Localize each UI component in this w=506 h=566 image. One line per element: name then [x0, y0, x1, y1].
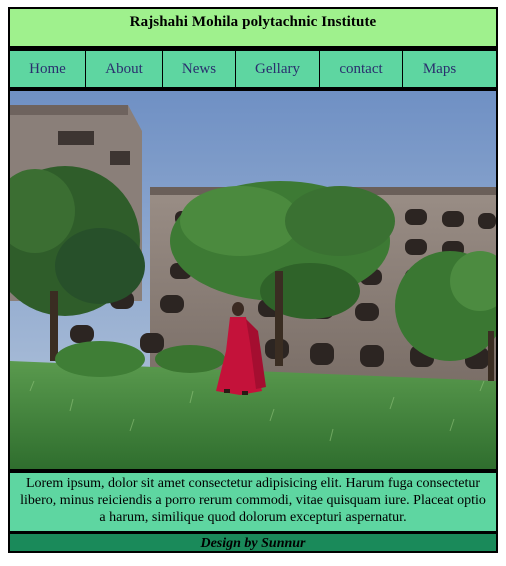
page-title: Rajshahi Mohila polytachnic Institute: [129, 14, 377, 30]
description-box: Lorem ipsum, dolor sit amet consectetur …: [8, 471, 498, 533]
nav-item-maps[interactable]: Maps: [403, 51, 476, 87]
page: Rajshahi Mohila polytachnic Institute Ho…: [8, 7, 498, 553]
footer-credit: Design by Sunnur: [200, 536, 306, 551]
header: Rajshahi Mohila polytachnic Institute: [8, 7, 498, 48]
description-text: Lorem ipsum, dolor sit amet consectetur …: [20, 476, 486, 525]
nav-item-news[interactable]: News: [163, 51, 236, 87]
nav-item-gallery[interactable]: Gellary: [236, 51, 320, 87]
nav-bar: Home About News Gellary contact Maps: [8, 48, 498, 90]
footer: Design by Sunnur: [8, 532, 498, 553]
nav-item-about[interactable]: About: [86, 51, 163, 87]
nav-item-home[interactable]: Home: [10, 51, 86, 87]
hero-photo: [8, 89, 498, 471]
nav-item-contact[interactable]: contact: [320, 51, 403, 87]
hero-illustration: [10, 91, 496, 469]
